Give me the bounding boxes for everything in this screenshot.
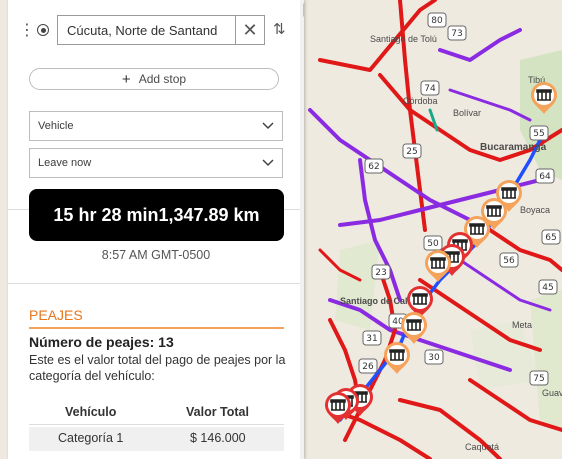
- road-label: 62: [368, 162, 379, 172]
- toll-description: Este es el valor total del pago de peaje…: [29, 353, 286, 383]
- road-label: 31: [366, 334, 377, 344]
- arrival-time: 8:57 AM GMT-0500: [101, 248, 211, 262]
- road-label: 75: [533, 374, 544, 384]
- road-label: 74: [424, 84, 436, 94]
- table-header-total: Valor Total: [186, 405, 249, 419]
- place-label: Caquetá: [465, 442, 499, 452]
- scrollbar-thumb[interactable]: [303, 2, 304, 18]
- place-label: Santiago de Cali: [340, 296, 410, 306]
- place-label: Boyaca: [520, 205, 550, 215]
- place-label: Guav: [542, 388, 562, 398]
- departure-time-select[interactable]: Leave now: [29, 148, 283, 178]
- table-divider: [29, 424, 284, 425]
- departure-time-value: Leave now: [38, 157, 92, 169]
- toll-count: Número de peajes: 13: [29, 334, 174, 350]
- place-label: Bucaramanga: [480, 142, 547, 153]
- add-stop-label: Add stop: [138, 72, 187, 86]
- road-label: 64: [539, 172, 551, 182]
- plus-icon: +: [121, 70, 131, 88]
- route-duration: 15 hr 28 min: [53, 204, 159, 225]
- chevron-down-icon: [262, 159, 274, 167]
- table-header-vehicle: Vehículo: [65, 405, 117, 419]
- place-label: Bolívar: [453, 108, 481, 118]
- toll-count-label: Número de peajes:: [29, 334, 155, 350]
- tolls-section-title: PEAJES: [29, 307, 83, 323]
- origin-radio-icon: [37, 24, 49, 36]
- road-label: 23: [375, 268, 386, 278]
- road-label: 73: [451, 29, 462, 39]
- vehicle-select[interactable]: Vehicle: [29, 111, 283, 141]
- divider: [8, 209, 29, 210]
- directions-panel: ⋮ Cúcuta, Norte de Santand ✕ ⇅ + Add sto…: [8, 0, 304, 459]
- road-label: 56: [503, 256, 515, 266]
- toll-count-value: 13: [158, 334, 174, 350]
- road-label: 50: [427, 239, 439, 249]
- swap-icon[interactable]: ⇅: [273, 20, 286, 38]
- road-label: 45: [542, 283, 553, 293]
- road-label: 80: [431, 16, 443, 26]
- tolls-title-underline: [29, 327, 284, 329]
- route-summary: 15 hr 28 min 1,347.89 km: [29, 189, 284, 241]
- road-label: 55: [533, 129, 544, 139]
- scrollbar-track[interactable]: [300, 0, 304, 459]
- origin-input-value[interactable]: Cúcuta, Norte de Santand: [58, 23, 235, 38]
- route-distance: 1,347.89 km: [158, 204, 260, 225]
- road-label: 65: [545, 233, 556, 243]
- table-cell-total: $ 146.000: [190, 431, 246, 445]
- drag-handle-icon[interactable]: ⋮: [19, 22, 35, 38]
- place-label: Meta: [512, 320, 532, 330]
- close-icon[interactable]: ✕: [235, 16, 264, 44]
- vehicle-select-value: Vehicle: [38, 120, 74, 132]
- chevron-down-icon: [262, 122, 274, 130]
- road-label: 25: [406, 147, 417, 157]
- add-stop-button[interactable]: + Add stop: [29, 68, 279, 90]
- place-label: Córdoba: [403, 96, 438, 106]
- place-label: Santiago de Tolú: [370, 34, 437, 44]
- origin-input[interactable]: Cúcuta, Norte de Santand ✕: [57, 15, 265, 45]
- divider: [8, 283, 304, 284]
- table-cell-vehicle: Categoría 1: [58, 431, 124, 445]
- road-label: 26: [362, 362, 374, 372]
- road-label: 30: [428, 353, 440, 363]
